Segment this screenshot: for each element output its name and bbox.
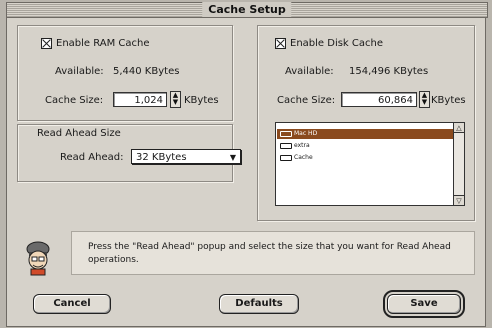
assistant-face-icon	[23, 240, 53, 276]
defaults-button[interactable]: Defaults	[219, 294, 299, 314]
help-panel: Press the "Read Ahead" popup and select …	[71, 231, 475, 275]
disk-icon	[280, 143, 292, 149]
disk-unit-label: KBytes	[431, 95, 466, 106]
window-title: Cache Setup	[202, 2, 292, 17]
disk-cache-label: Enable Disk Cache	[290, 38, 383, 49]
popup-arrow-icon: ▼	[229, 153, 236, 162]
cache-setup-window: Enable RAM Cache Available: 5,440 KBytes…	[6, 17, 486, 327]
cancel-button[interactable]: Cancel	[33, 294, 111, 314]
ram-stepper-down-icon[interactable]: ▼	[172, 99, 179, 106]
read-ahead-label: Read Ahead:	[60, 152, 124, 163]
ram-available-label: Available:	[55, 66, 104, 77]
disk-cache-checkbox[interactable]: Enable Disk Cache	[275, 38, 383, 49]
disk-icon	[280, 131, 292, 137]
volume-name: Cache	[294, 154, 313, 161]
scroll-up-icon[interactable]: △	[454, 123, 464, 133]
disk-cache-size-input[interactable]: 60,864	[341, 92, 417, 107]
disk-icon	[280, 155, 292, 161]
disk-available-label: Available:	[285, 66, 334, 77]
scroll-down-icon[interactable]: ▽	[454, 195, 464, 205]
ram-cache-check-icon	[41, 38, 52, 49]
title-bar[interactable]: Cache Setup	[6, 2, 488, 18]
disk-cache-check-icon	[275, 38, 286, 49]
read-ahead-title: Read Ahead Size	[37, 128, 121, 139]
ram-cache-size-label: Cache Size:	[45, 95, 104, 106]
volume-name: Mac HD	[294, 130, 318, 137]
disk-cache-stepper[interactable]: ▲ ▼	[419, 91, 430, 108]
disk-available-value: 154,496 KBytes	[349, 66, 429, 77]
help-text: Press the "Read Ahead" popup and select …	[88, 242, 451, 265]
disk-volume-list[interactable]: Mac HD extra Cache △ ▽	[275, 122, 465, 206]
ram-unit-label: KBytes	[184, 95, 219, 106]
disk-stepper-down-icon[interactable]: ▼	[421, 99, 428, 106]
volume-item[interactable]: Cache	[277, 153, 453, 163]
read-ahead-popup[interactable]: 32 KBytes ▼	[131, 149, 241, 164]
ram-cache-label: Enable RAM Cache	[56, 38, 150, 49]
volume-list-scrollbar[interactable]: △ ▽	[453, 123, 464, 205]
ram-available-value: 5,440 KBytes	[113, 66, 180, 77]
disk-cache-size-label: Cache Size:	[277, 95, 336, 106]
ram-cache-size-input[interactable]: 1,024	[113, 92, 167, 107]
ram-cache-stepper[interactable]: ▲ ▼	[170, 91, 181, 108]
ram-cache-checkbox[interactable]: Enable RAM Cache	[41, 38, 150, 49]
volume-item[interactable]: Mac HD	[277, 129, 453, 139]
volume-name: extra	[294, 142, 310, 149]
read-ahead-popup-value: 32 KBytes	[136, 152, 187, 163]
save-button[interactable]: Save	[383, 290, 465, 318]
volume-item[interactable]: extra	[277, 141, 453, 151]
